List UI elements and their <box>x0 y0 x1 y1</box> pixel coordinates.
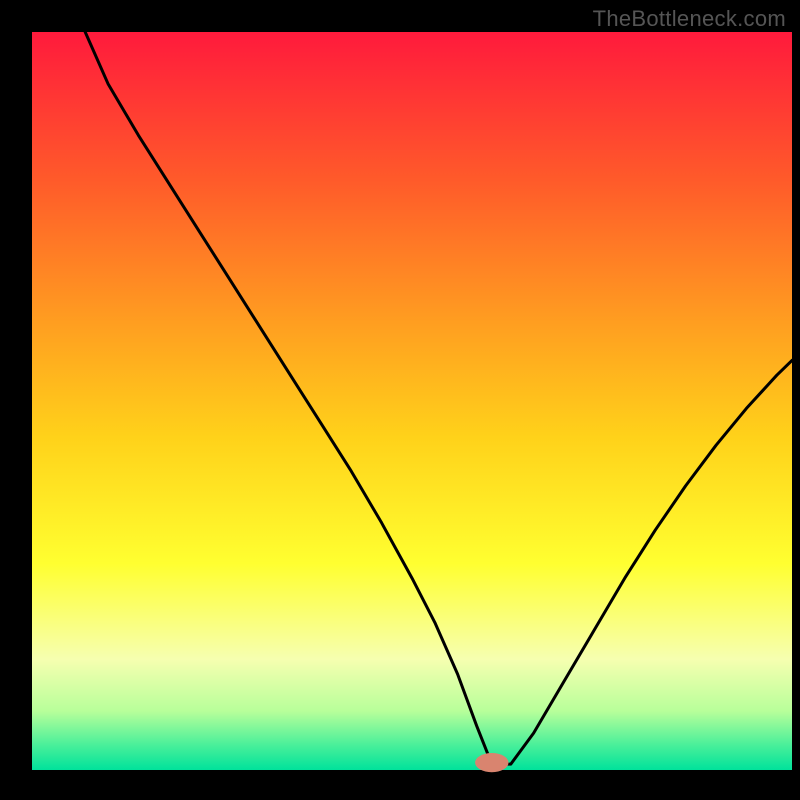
gradient-background <box>32 32 792 770</box>
optimal-marker <box>475 753 508 772</box>
bottleneck-chart <box>0 0 800 800</box>
watermark-text: TheBottleneck.com <box>593 6 786 32</box>
